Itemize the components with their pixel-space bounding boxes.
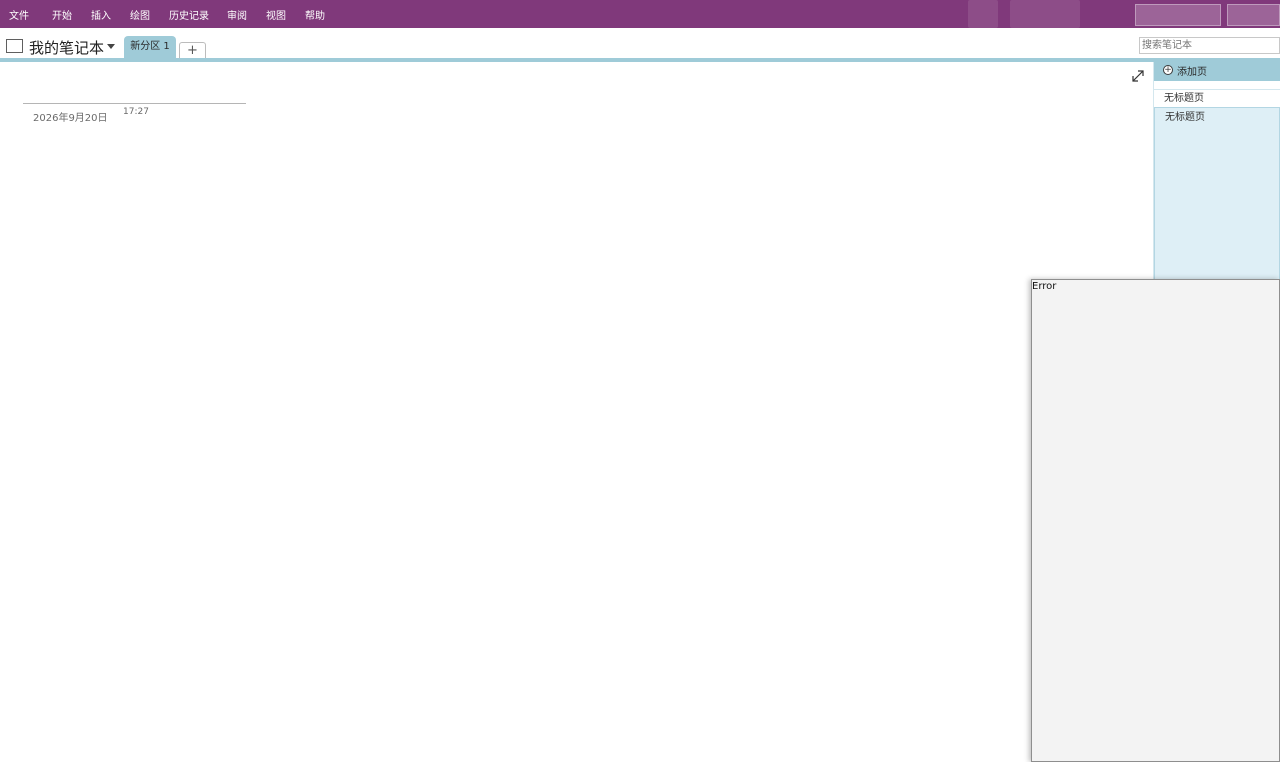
expand-icon[interactable] — [1131, 69, 1145, 83]
plus-icon: + — [187, 43, 198, 58]
notebook-bar: 我的笔记本 新分区 1 + — [0, 28, 1280, 59]
notebook-name[interactable]: 我的笔记本 — [29, 37, 104, 58]
menu-help[interactable]: 帮助 — [305, 7, 325, 22]
page-canvas[interactable] — [0, 62, 1153, 762]
search-notebook-input[interactable] — [1139, 37, 1280, 54]
error-window[interactable]: Error — [1031, 279, 1280, 762]
add-section-button[interactable]: + — [179, 42, 206, 58]
menu-draw[interactable]: 绘图 — [130, 7, 150, 22]
page-date: 2026年9月20日 — [33, 113, 108, 124]
window-control-button[interactable] — [1227, 4, 1280, 26]
page-time: 17:27 — [123, 107, 149, 117]
account-button[interactable] — [1135, 4, 1221, 26]
ribbon-decoration — [1010, 0, 1080, 28]
page-list-item-selected[interactable]: 无标题页 — [1154, 107, 1280, 287]
menu-history[interactable]: 历史记录 — [169, 7, 209, 22]
menu-insert[interactable]: 插入 — [91, 7, 111, 22]
page-list-item[interactable]: 无标题页 — [1154, 89, 1280, 107]
ribbon-menu-bar: 文件 开始 插入 绘图 历史记录 审阅 视图 帮助 — [0, 0, 1280, 28]
notebook-icon[interactable] — [6, 39, 23, 53]
add-page-label: 添加页 — [1177, 67, 1207, 78]
menu-review[interactable]: 审阅 — [227, 7, 247, 22]
menu-home[interactable]: 开始 — [52, 7, 72, 22]
section-tab[interactable]: 新分区 1 — [124, 36, 176, 59]
page-title-line[interactable] — [23, 103, 246, 104]
add-page-icon: + — [1163, 65, 1173, 75]
menu-file[interactable]: 文件 — [9, 7, 29, 22]
add-page-button[interactable]: + 添加页 — [1154, 59, 1280, 81]
menu-view[interactable]: 视图 — [266, 7, 286, 22]
error-window-title: Error — [1032, 281, 1057, 292]
ribbon-decoration — [968, 0, 998, 28]
chevron-down-icon[interactable] — [107, 44, 115, 49]
